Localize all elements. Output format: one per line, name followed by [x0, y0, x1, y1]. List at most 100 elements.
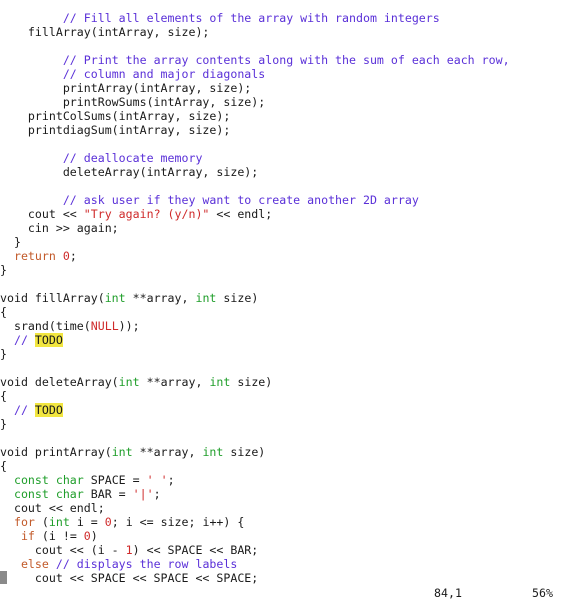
scroll-percent: 56%: [532, 586, 553, 600]
code-line[interactable]: // TODO: [0, 333, 561, 347]
code-line[interactable]: printdiagSum(intArray, size);: [0, 123, 561, 137]
keyword: if: [20, 529, 35, 543]
code-text: printArray(intArray, size);: [0, 81, 252, 95]
status-line: 84,1 56%: [0, 586, 561, 600]
string-literal: '|': [132, 487, 154, 501]
code-line[interactable]: srand(time(NULL));: [0, 319, 561, 333]
code-line[interactable]: cout << "Try again? (y/n)" << endl;: [0, 207, 561, 221]
type-keyword: int: [195, 291, 217, 305]
code-text: void fillArray(: [0, 291, 105, 305]
code-line[interactable]: // deallocate memory: [0, 151, 561, 165]
code-line[interactable]: for (int i = 0; i <= size; i++) {: [0, 515, 561, 529]
code-line[interactable]: [0, 39, 561, 53]
type-keyword: const char: [13, 487, 84, 501]
code-line[interactable]: {: [0, 305, 561, 319]
code-line[interactable]: cout << endl;: [0, 501, 561, 515]
keyword: else: [20, 557, 49, 571]
code-line[interactable]: void deleteArray(int **array, int size): [0, 375, 561, 389]
comment: // Fill all elements of the array with r…: [62, 11, 440, 25]
code-text: BAR =: [83, 487, 133, 501]
code-line[interactable]: cout << (i - 1) << SPACE << BAR;: [0, 543, 561, 557]
type-keyword: int: [104, 291, 126, 305]
todo-marker: TODO: [34, 403, 63, 417]
code-line[interactable]: cin >> again;: [0, 221, 561, 235]
code-line[interactable]: // Fill all elements of the array with r…: [0, 11, 561, 25]
code-line[interactable]: // ask user if they want to create anoth…: [0, 193, 561, 207]
string-literal: ' ': [146, 473, 168, 487]
code-line[interactable]: }: [0, 263, 561, 277]
comment: // column and major diagonals: [62, 67, 266, 81]
code-line[interactable]: [0, 277, 561, 291]
code-text: cin >> again;: [0, 221, 119, 235]
code-line[interactable]: // Print the array contents along with t…: [0, 53, 561, 67]
code-line[interactable]: }: [0, 347, 561, 361]
code-text: deleteArray(intArray, size);: [0, 165, 259, 179]
code-line[interactable]: printRowSums(intArray, size);: [0, 95, 561, 109]
code-text: i =: [69, 515, 105, 529]
code-line[interactable]: void printArray(int **array, int size): [0, 445, 561, 459]
type-keyword: int: [111, 445, 133, 459]
code-text: ;: [167, 473, 175, 487]
todo-marker: TODO: [34, 333, 63, 347]
comment: // ask user if they want to create anoth…: [62, 193, 419, 207]
code-line[interactable]: printArray(intArray, size);: [0, 81, 561, 95]
code-line[interactable]: const char SPACE = ' ';: [0, 473, 561, 487]
code-line[interactable]: printColSums(intArray, size);: [0, 109, 561, 123]
code-line[interactable]: // TODO: [0, 403, 561, 417]
number-literal: 1: [125, 543, 133, 557]
code-line[interactable]: fillArray(intArray, size);: [0, 25, 561, 39]
code-editor[interactable]: // Fill all elements of the array with r…: [0, 11, 561, 585]
code-line[interactable]: if (i != 0): [0, 529, 561, 543]
code-line[interactable]: else // displays the row labels: [0, 557, 561, 571]
code-text: (i !=: [34, 529, 84, 543]
code-line[interactable]: [0, 361, 561, 375]
code-text: srand(time(: [0, 319, 91, 333]
code-text: }: [0, 263, 7, 277]
keyword: return: [13, 249, 56, 263]
code-text: ;: [69, 249, 77, 263]
comment: //: [13, 333, 35, 347]
code-line[interactable]: return 0;: [0, 249, 561, 263]
code-line[interactable]: const char BAR = '|';: [0, 487, 561, 501]
code-text: SPACE =: [83, 473, 147, 487]
code-line[interactable]: }: [0, 235, 561, 249]
code-line[interactable]: void fillArray(int **array, int size): [0, 291, 561, 305]
code-text: }: [0, 417, 7, 431]
code-text: ): [90, 529, 98, 543]
code-line[interactable]: deleteArray(intArray, size);: [0, 165, 561, 179]
code-text: {: [0, 389, 7, 403]
code-text: ; i <= size; i++) {: [111, 515, 245, 529]
code-text: printColSums(intArray, size);: [0, 109, 231, 123]
code-text: ;: [153, 487, 161, 501]
code-text: cout << (i -: [0, 543, 126, 557]
code-line[interactable]: // column and major diagonals: [0, 67, 561, 81]
cursor-position: 84,1: [434, 586, 462, 600]
code-line[interactable]: }: [0, 417, 561, 431]
code-text: }: [0, 235, 21, 249]
code-text: ) << SPACE << BAR;: [132, 543, 259, 557]
code-text: cout << endl;: [0, 501, 105, 515]
code-text: size): [230, 375, 273, 389]
code-text: size): [216, 291, 259, 305]
number-literal: 0: [104, 515, 112, 529]
type-keyword: int: [209, 375, 231, 389]
code-line[interactable]: [0, 431, 561, 445]
code-line[interactable]: cout << SPACE << SPACE << SPACE;: [0, 571, 561, 585]
code-line[interactable]: [0, 179, 561, 193]
code-line[interactable]: [0, 137, 561, 151]
code-line[interactable]: {: [0, 459, 561, 473]
code-line[interactable]: {: [0, 389, 561, 403]
string-literal: "Try again? (y/n)": [83, 207, 210, 221]
number-literal: 0: [62, 249, 70, 263]
